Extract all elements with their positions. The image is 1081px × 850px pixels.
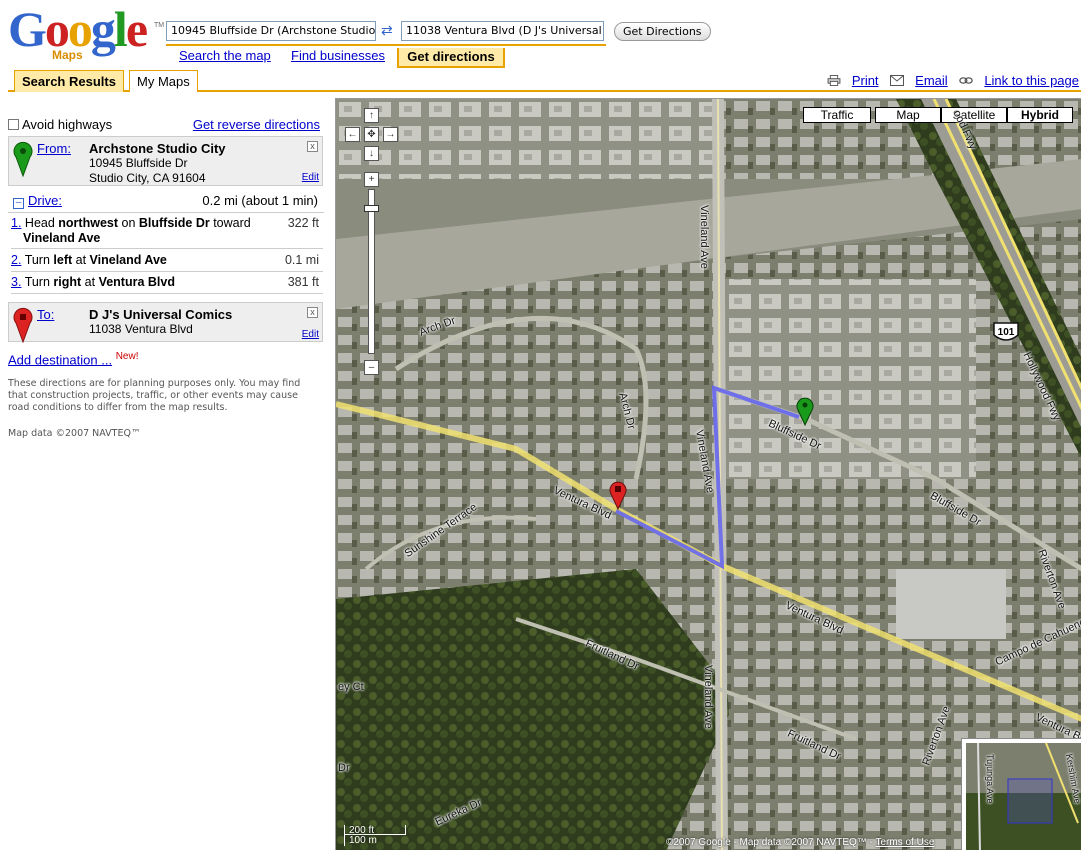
zoom-out-icon[interactable]: – (364, 360, 379, 375)
from-name: Archstone Studio City (89, 141, 226, 156)
zoom-slider-handle[interactable] (364, 205, 379, 212)
start-marker-icon[interactable] (795, 396, 815, 426)
to-label[interactable]: To: (37, 307, 54, 322)
print-link-label[interactable]: Print (852, 73, 879, 88)
page-links: Print Email Link to this page (819, 73, 1079, 88)
avoid-highways-label: Avoid highways (22, 117, 113, 132)
tab-my-maps[interactable]: My Maps (129, 70, 198, 92)
direction-step[interactable]: 2. Turn left at Vineland Ave 0.1 mi (11, 253, 323, 272)
from-address-line1: 10945 Bluffside Dr (89, 156, 188, 170)
tab-search-the-map[interactable]: Search the map (179, 48, 271, 63)
remove-from-close-icon[interactable]: x (307, 141, 318, 152)
from-label[interactable]: From: (37, 141, 71, 156)
map-copyright: ©2007 Google - Map data ©2007 NAVTEQ™ - … (666, 837, 935, 848)
tab-get-directions[interactable]: Get directions (397, 48, 505, 68)
map-type-traffic[interactable]: Traffic (803, 107, 871, 123)
to-address-input[interactable]: 11038 Ventura Blvd (D J's Universal C (401, 21, 604, 41)
swap-icon[interactable]: ⇄ (381, 22, 393, 39)
header: Google Maps TM 10945 Bluffside Dr (Archs… (0, 0, 1081, 70)
pan-down-icon[interactable]: ↓ (364, 146, 379, 161)
direction-step[interactable]: 3. Turn right at Ventura Blvd 381 ft (11, 275, 323, 294)
red-marker-icon (13, 307, 33, 343)
terms-of-use-link[interactable]: Terms of Use (875, 837, 934, 848)
highway-shield-icon: 101 (993, 322, 1019, 341)
email-link-label[interactable]: Email (915, 73, 948, 88)
map-scale: 200 ft 100 m (344, 825, 406, 846)
step-distance: 0.1 mi (284, 253, 319, 267)
link-to-page-label[interactable]: Link to this page (984, 73, 1079, 88)
overview-imagery (966, 743, 1081, 850)
pan-up-icon[interactable]: ↑ (364, 108, 379, 123)
map-type-map[interactable]: Map (875, 107, 941, 123)
edit-to-link[interactable]: Edit (302, 329, 319, 340)
get-directions-button[interactable]: Get Directions (614, 22, 711, 41)
map-data-credit: Map data ©2007 NAVTEQ™ (8, 428, 141, 439)
step-distance: 381 ft (287, 275, 319, 289)
zoom-slider-track[interactable] (364, 189, 379, 354)
street-label-fragment: Dr (338, 762, 350, 774)
logo-tm: TM (154, 22, 165, 29)
drive-summary-text: 0.2 mi (about 1 min) (202, 193, 318, 208)
pan-center-icon[interactable]: ✥ (364, 127, 379, 142)
end-marker-icon[interactable] (608, 480, 628, 510)
print-link[interactable]: Print (827, 73, 882, 88)
search-tabs: Search the map Find businesses Get direc… (166, 44, 606, 68)
drive-label[interactable]: Drive: (28, 193, 62, 208)
from-address-input[interactable]: 10945 Bluffside Dr (Archstone Studio (166, 21, 376, 41)
link-to-page[interactable]: Link to this page (959, 73, 1079, 88)
logo-maps-label: Maps (52, 48, 83, 62)
add-destination-link[interactable]: Add destination ... (8, 352, 112, 367)
green-marker-icon (13, 141, 33, 177)
to-name: D J's Universal Comics (89, 307, 233, 322)
tab-search-results[interactable]: Search Results (14, 70, 124, 92)
pan-right-icon[interactable]: → (383, 127, 398, 142)
from-address-box: From: Archstone Studio City 10945 Bluffs… (8, 136, 323, 186)
email-link[interactable]: Email (890, 73, 951, 88)
to-address-box: To: D J's Universal Comics 11038 Ventura… (8, 302, 323, 343)
street-label-vineland: Vineland Ave (698, 205, 710, 269)
remove-to-close-icon[interactable]: x (307, 307, 318, 318)
avoid-highways-checkbox[interactable] (8, 119, 19, 130)
step-distance: 322 ft (287, 216, 319, 230)
from-address-line2: Studio City, CA 91604 (89, 171, 206, 185)
envelope-icon (890, 75, 905, 86)
directions-panel: Avoid highways Get reverse directions Fr… (8, 100, 324, 850)
direction-step[interactable]: 1. Head northwest on Bluffside Dr toward… (11, 216, 323, 249)
chain-link-icon (959, 77, 974, 84)
map-canvas[interactable]: Traffic Map Satellite Hybrid ↑ ← ✥ → ↓ +… (335, 98, 1081, 850)
street-label-vineland: Vineland Ave (702, 665, 714, 729)
tab-find-businesses[interactable]: Find businesses (291, 48, 385, 63)
overview-map[interactable]: Tujunga Ave Kershim Ave (961, 738, 1081, 850)
printer-icon (827, 75, 841, 86)
edit-from-link[interactable]: Edit (302, 172, 319, 183)
panel-tabs: Search Results My Maps Print Email Link … (8, 70, 1081, 92)
zoom-in-icon[interactable]: + (364, 172, 379, 187)
overview-street-label: Tujunga Ave (985, 754, 995, 804)
google-maps-logo[interactable]: Google Maps TM (8, 4, 164, 64)
reverse-directions-link[interactable]: Get reverse directions (193, 117, 320, 132)
collapse-minus-icon[interactable]: – (13, 198, 24, 209)
disclaimer: These directions are for planning purpos… (8, 378, 301, 413)
svg-text:101: 101 (998, 327, 1015, 338)
to-address-line1: 11038 Ventura Blvd (89, 322, 193, 336)
new-badge: New! (115, 351, 139, 362)
map-type-hybrid[interactable]: Hybrid (1007, 107, 1073, 123)
drive-summary: – Drive: 0.2 mi (about 1 min) (8, 193, 324, 213)
pan-left-icon[interactable]: ← (345, 127, 360, 142)
street-label-fragment: ey Ct (338, 681, 364, 693)
